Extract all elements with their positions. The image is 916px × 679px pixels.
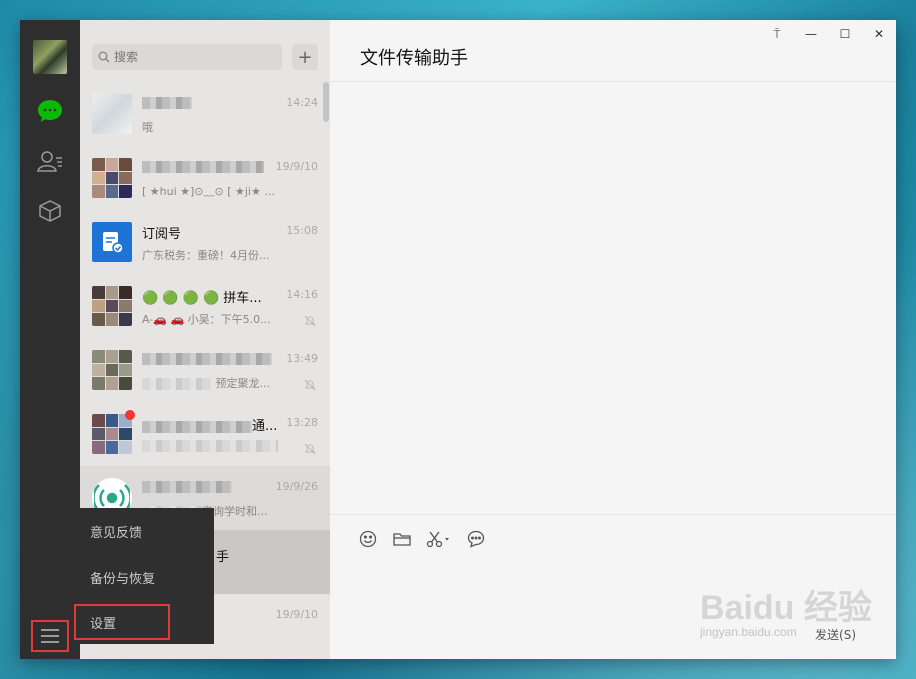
chat-list-item[interactable]: 14:24 哦 — [80, 82, 330, 146]
chat-name: 手 — [216, 550, 230, 565]
chat-history-icon[interactable] — [464, 528, 488, 550]
chat-name: 通... — [252, 419, 278, 434]
screenshot-scissors-icon[interactable] — [424, 528, 454, 550]
hamburger-icon — [41, 629, 59, 643]
chat-panel: ⍑ — ☐ ✕ 文件传输助手 发送(S) — [330, 20, 896, 659]
toolbar-divider — [330, 514, 896, 515]
chat-time: 13:49 — [286, 352, 318, 365]
chat-list-item[interactable]: 19/9/10 [ ★hui ★]⊙﹏⊙ [ ★ji★ ... — [80, 146, 330, 210]
folder-icon[interactable] — [390, 528, 414, 550]
chat-list-item[interactable]: 订阅号 15:08 广东税务：重磅！4月份... — [80, 210, 330, 274]
menu-item-settings[interactable]: 设置 — [74, 604, 170, 640]
chat-icon[interactable] — [35, 96, 65, 126]
nav-sidebar — [20, 20, 80, 659]
maximize-button[interactable]: ☐ — [828, 20, 862, 48]
subscription-icon — [103, 232, 124, 254]
blurred-name — [142, 160, 264, 173]
chat-last-message: 哦 — [142, 121, 153, 134]
close-button[interactable]: ✕ — [862, 20, 896, 48]
main-menu-button[interactable] — [31, 620, 69, 652]
chat-list-item[interactable]: 🟢 🟢 🟢 🟢 拼车... 14:16 A-🚗 🚗 小吴：下午5.0... — [80, 274, 330, 338]
chat-title: 文件传输助手 — [360, 48, 468, 69]
menu-item-backup-restore[interactable]: 备份与恢复 — [80, 554, 214, 600]
chat-name: 🟢 🟢 🟢 🟢 拼车... — [142, 291, 262, 306]
chat-time: 14:24 — [286, 96, 318, 109]
group-avatar — [92, 414, 132, 454]
group-avatar — [92, 158, 132, 198]
group-avatar — [92, 286, 132, 326]
chat-last-message: [ ★hui ★]⊙﹏⊙ [ ★ji★ ... — [142, 185, 275, 198]
blurred-message — [142, 440, 278, 452]
search-box[interactable] — [92, 44, 282, 70]
emoji-icon[interactable] — [356, 528, 380, 550]
window-controls: ⍑ — ☐ ✕ — [760, 20, 896, 48]
unread-dot — [125, 410, 135, 420]
wechat-window: + 14:24 哦 19/9/10 [ ★hui ★]⊙﹏⊙ [ ★ji★ ..… — [20, 20, 896, 659]
menu-item-feedback[interactable]: 意见反馈 — [80, 508, 214, 554]
chat-last-message: 广东税务：重磅！4月份... — [142, 249, 270, 262]
chat-list-item[interactable]: 13:49 预定聚龙... — [80, 338, 330, 402]
search-input[interactable] — [114, 50, 264, 64]
baidu-watermark: Baidu 经验 jingyan.baidu.com — [700, 580, 872, 639]
watermark-sub: jingyan.baidu.com — [700, 625, 797, 639]
chat-time: 19/9/10 — [275, 160, 318, 173]
plus-icon: + — [297, 46, 313, 68]
input-toolbar — [356, 528, 488, 550]
chat-list-scrollbar[interactable] — [323, 82, 329, 122]
muted-bell-icon — [304, 440, 316, 459]
blurred-name — [142, 96, 192, 109]
minimize-button[interactable]: — — [794, 20, 828, 48]
blurred-name — [142, 352, 272, 365]
chat-last-message: 预定聚龙... — [215, 377, 271, 390]
chat-time: 19/9/10 — [275, 608, 318, 621]
blurred-message — [142, 378, 212, 390]
chat-last-message: A-🚗 🚗 小吴：下午5.0... — [142, 313, 271, 326]
user-avatar[interactable] — [33, 40, 67, 74]
add-chat-button[interactable]: + — [292, 44, 318, 70]
search-icon — [98, 51, 110, 63]
blurred-name — [142, 480, 232, 493]
chat-name: 订阅号 — [142, 227, 182, 242]
contacts-icon[interactable] — [35, 146, 65, 176]
watermark-main: Baidu 经验 — [700, 589, 872, 627]
favorites-cube-icon[interactable] — [35, 196, 65, 226]
chat-time: 13:28 — [286, 416, 318, 429]
muted-bell-icon — [304, 312, 316, 331]
main-menu-popup: 意见反馈 备份与恢复 设置 — [74, 508, 214, 644]
muted-bell-icon — [304, 376, 316, 395]
group-avatar — [92, 350, 132, 390]
chat-avatar — [92, 94, 132, 134]
pin-button[interactable]: ⍑ — [760, 20, 794, 48]
subscription-avatar — [92, 222, 132, 262]
blurred-name — [142, 420, 252, 433]
chat-list-item[interactable]: 通... 13:28 — [80, 402, 330, 466]
chat-time: 19/9/26 — [275, 480, 318, 493]
chat-time: 14:16 — [286, 288, 318, 301]
header-divider — [330, 81, 896, 82]
chat-time: 15:08 — [286, 224, 318, 237]
